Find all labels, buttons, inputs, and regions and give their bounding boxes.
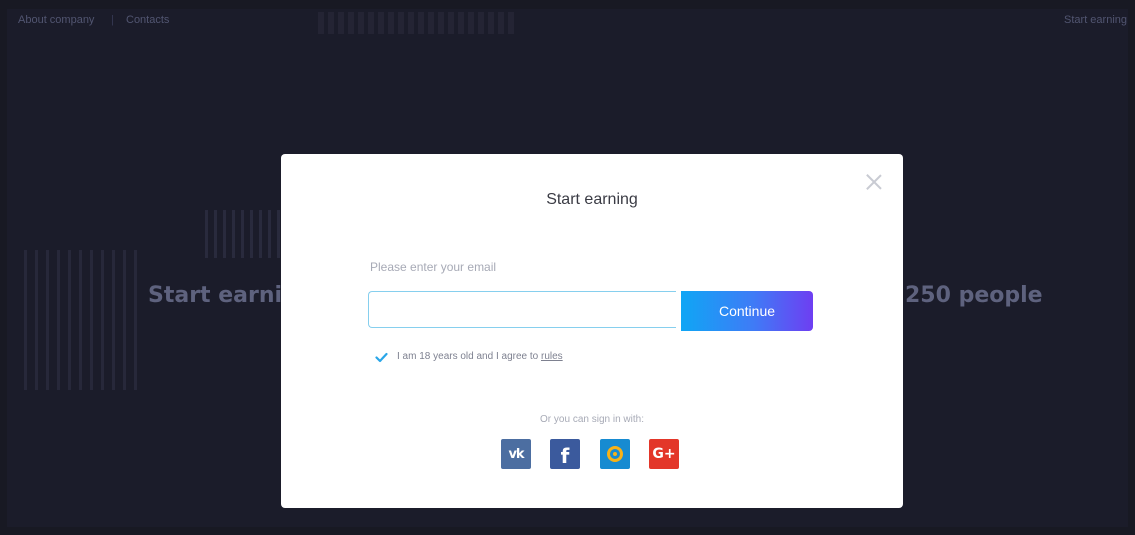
mail-icon[interactable] <box>600 439 630 469</box>
email-input[interactable] <box>368 291 676 328</box>
facebook-icon[interactable]: f <box>550 439 580 469</box>
mail-ring-icon <box>607 446 623 462</box>
email-label: Please enter your email <box>370 260 497 274</box>
rules-link[interactable]: rules <box>541 351 563 362</box>
agree-label: I am 18 years old and I agree to rules <box>397 351 563 362</box>
social-signin-label: Or you can sign in with: <box>540 414 644 425</box>
google-plus-icon[interactable]: G+ <box>649 439 679 469</box>
google-plus-label: G+ <box>652 446 676 462</box>
close-icon[interactable] <box>864 172 884 192</box>
vk-label: vk <box>508 446 524 462</box>
start-earning-modal: Start earning Please enter your email Co… <box>281 154 903 508</box>
vk-icon[interactable]: vk <box>501 439 531 469</box>
continue-button[interactable]: Continue <box>681 291 813 331</box>
facebook-label: f <box>560 444 570 468</box>
modal-title: Start earning <box>546 191 638 208</box>
agree-text: I am 18 years old and I agree to <box>397 351 541 362</box>
checkmark-icon[interactable] <box>375 352 388 363</box>
